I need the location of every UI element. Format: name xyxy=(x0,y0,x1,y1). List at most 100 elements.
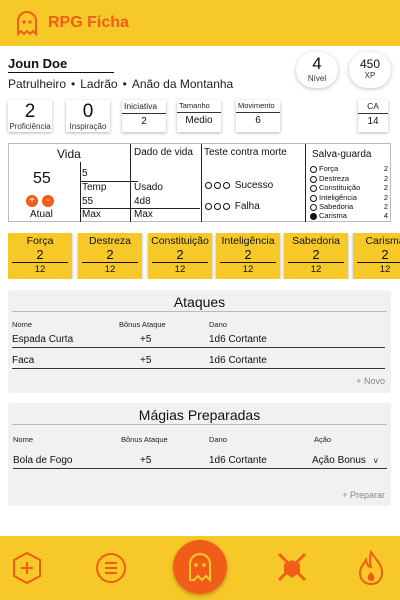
hp-minus-button[interactable]: - xyxy=(42,195,54,207)
proficiency-value: 2 xyxy=(24,101,36,122)
spell-action-select[interactable]: Ação Bonus v xyxy=(312,455,378,466)
save-checkbox-checked[interactable] xyxy=(310,212,317,220)
save-name: Carisma xyxy=(319,211,347,220)
attribute-name: Carisma xyxy=(365,235,400,247)
add-attack-button[interactable]: + Novo xyxy=(356,376,385,386)
success-checkbox-2[interactable] xyxy=(214,181,221,189)
hit-dice-max-label: Max xyxy=(134,209,153,220)
xp-badge[interactable]: 450 XP xyxy=(349,52,391,88)
spell-damage[interactable]: 1d6 Cortante xyxy=(209,455,267,466)
success-checkbox-3[interactable] xyxy=(223,181,230,189)
attribute-score: 12 xyxy=(104,264,116,275)
initiative-box[interactable]: Iniciativa 2 xyxy=(122,100,166,132)
attribute-card-wisdom[interactable]: Sabedoria 2 12 xyxy=(284,233,348,279)
hp-top-value[interactable]: 5 xyxy=(82,168,88,179)
spell-name[interactable]: Bola de Fogo xyxy=(13,455,73,466)
character-class[interactable]: Ladrão xyxy=(80,77,117,91)
attack-name[interactable]: Espada Curta xyxy=(12,334,73,345)
character-background[interactable]: Patrulheiro xyxy=(8,77,66,91)
attribute-card-charisma[interactable]: Carisma 2 12 xyxy=(353,233,400,279)
save-checkbox[interactable] xyxy=(310,194,317,202)
fire-icon[interactable] xyxy=(358,550,384,586)
table-row-divider xyxy=(13,468,387,469)
attacks-title: Ataques xyxy=(12,290,387,312)
vitals-panel: Vida 55 + - Atual 5 Temp 55 Max Dado de … xyxy=(8,143,391,222)
current-hp-value[interactable]: 55 xyxy=(33,170,51,188)
inspiration-label: Inspiração xyxy=(69,122,107,131)
save-name: Inteligência xyxy=(319,193,357,202)
attacks-header-bonus: Bônus Ataque xyxy=(119,320,166,329)
attribute-modifier: 2 xyxy=(220,247,276,263)
inspiration-value: 0 xyxy=(82,101,94,122)
add-hexagon-icon[interactable] xyxy=(12,551,42,585)
attack-damage[interactable]: 1d6 Cortante xyxy=(209,355,267,366)
save-checkbox[interactable] xyxy=(310,175,317,183)
save-name: Constituição xyxy=(319,183,361,192)
death-fail-row: Falha xyxy=(205,201,260,212)
crossed-swords-icon[interactable] xyxy=(275,550,309,584)
save-name: Destreza xyxy=(319,174,350,183)
attacks-header-name: Nome xyxy=(12,320,33,329)
attack-bonus[interactable]: +5 xyxy=(140,334,151,345)
attributes-row: Força 2 12 Destreza 2 12 Constituição 2 … xyxy=(8,233,400,279)
attack-damage[interactable]: 1d6 Cortante xyxy=(209,334,267,345)
attribute-score: 12 xyxy=(174,264,186,275)
movement-box[interactable]: Movimento 6 xyxy=(236,100,280,132)
character-name[interactable]: Joun Doe xyxy=(8,56,114,73)
size-box[interactable]: Tamanho Medio xyxy=(177,100,221,132)
fail-checkbox-3[interactable] xyxy=(223,202,230,210)
xp-value: 450 xyxy=(359,57,381,71)
attribute-card-constitution[interactable]: Constituição 2 12 xyxy=(148,233,212,279)
attribute-card-strength[interactable]: Força 2 12 xyxy=(8,233,72,279)
attribute-modifier: 2 xyxy=(152,247,208,263)
inspiration-box[interactable]: 0 Inspiração xyxy=(66,100,110,132)
attacks-header-damage: Dano xyxy=(209,320,227,329)
ghost-main-button[interactable] xyxy=(173,540,227,594)
attribute-card-dexterity[interactable]: Destreza 2 12 xyxy=(78,233,142,279)
spell-bonus[interactable]: +5 xyxy=(140,455,151,466)
success-checkbox-1[interactable] xyxy=(205,181,212,189)
hit-dice-value[interactable]: 4d8 xyxy=(134,196,151,207)
current-hp-label: Atual xyxy=(30,209,53,220)
attribute-card-intelligence[interactable]: Inteligência 2 12 xyxy=(216,233,280,279)
save-checkbox[interactable] xyxy=(310,184,317,192)
character-header: Joun Doe Patrulheiro • Ladrão • Anão da Mont… xyxy=(0,46,400,146)
movement-label: Movimento xyxy=(236,100,280,113)
size-value: Medio xyxy=(185,115,213,126)
armor-class-box[interactable]: CA 14 xyxy=(358,100,388,132)
fail-checkbox-2[interactable] xyxy=(214,202,221,210)
prepare-spell-button[interactable]: + Preparar xyxy=(342,490,385,500)
fail-checkbox-1[interactable] xyxy=(205,202,212,210)
save-row-constitution[interactable]: Constituição 2 xyxy=(310,183,388,193)
save-value: 2 xyxy=(383,183,388,192)
hit-dice-label: Dado de vida xyxy=(134,147,193,158)
save-row-strength[interactable]: Força 2 xyxy=(310,164,388,174)
ghost-logo-icon xyxy=(17,11,37,36)
attribute-name: Força xyxy=(26,235,54,247)
hp-plus-button[interactable]: + xyxy=(26,195,38,207)
proficiency-box[interactable]: 2 Proficiência xyxy=(8,100,52,132)
list-icon[interactable] xyxy=(95,552,127,584)
attribute-modifier: 2 xyxy=(12,247,68,263)
character-race[interactable]: Anão da Montanha xyxy=(132,77,233,91)
attack-name[interactable]: Faca xyxy=(12,355,34,366)
app-title: RPG Ficha xyxy=(48,14,129,31)
attack-bonus[interactable]: +5 xyxy=(140,355,151,366)
table-row-divider xyxy=(12,368,385,369)
level-badge[interactable]: 4 Nível xyxy=(296,52,338,88)
initiative-value: 2 xyxy=(141,116,147,127)
life-label: Vida xyxy=(57,147,81,161)
attribute-score: 12 xyxy=(34,264,46,275)
save-checkbox[interactable] xyxy=(310,165,317,173)
attribute-score: 12 xyxy=(379,264,391,275)
level-value: 4 xyxy=(312,54,322,73)
attacks-panel: Ataques Nome Bônus Ataque Dano Espada Cu… xyxy=(8,290,391,393)
armor-class-label: CA xyxy=(358,100,388,114)
attribute-modifier: 2 xyxy=(288,247,344,263)
temp-value[interactable]: 55 xyxy=(82,196,93,207)
armor-class-value: 14 xyxy=(367,116,379,127)
spells-title: Mágias Preparadas xyxy=(12,403,387,425)
death-success-row: Sucesso xyxy=(205,180,273,191)
save-row-charisma[interactable]: Carisma 4 xyxy=(310,211,388,221)
save-checkbox[interactable] xyxy=(310,203,317,211)
